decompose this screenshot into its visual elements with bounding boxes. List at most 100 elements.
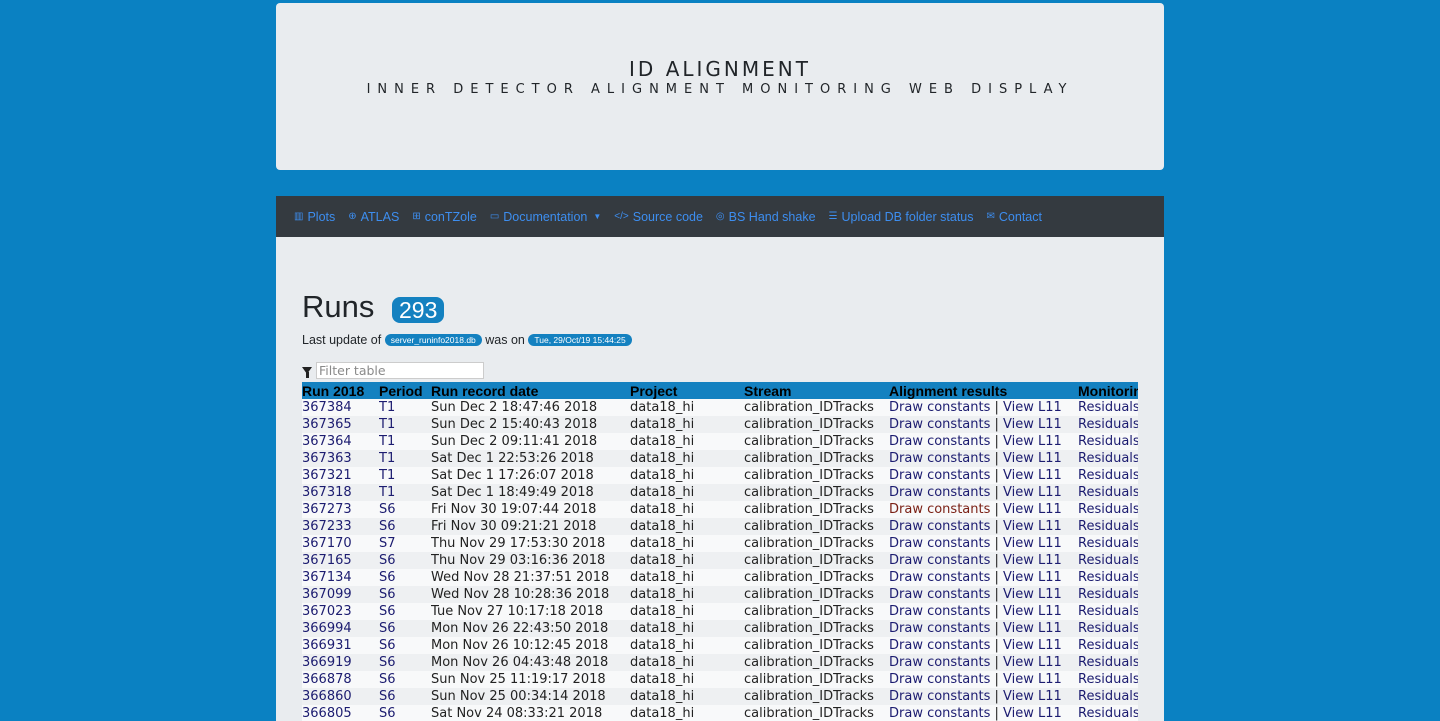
run-number-link-text[interactable]: 367023 <box>302 604 352 619</box>
residuals-link-text[interactable]: Residuals <box>1078 417 1138 432</box>
draw-constants-link[interactable]: Draw constants <box>889 638 990 653</box>
residuals-link[interactable]: Residuals <box>1078 569 1138 586</box>
run-number-link[interactable]: 367233 <box>302 518 379 535</box>
residuals-link-text[interactable]: Residuals <box>1078 553 1138 568</box>
column-header-monitoring[interactable]: Monitoring <box>1078 382 1138 399</box>
view-l11-link[interactable]: View L11 <box>1003 621 1062 636</box>
draw-constants-link[interactable]: Draw constants <box>889 519 990 534</box>
residuals-link[interactable]: Residuals <box>1078 433 1138 450</box>
run-number-link[interactable]: 366994 <box>302 620 379 637</box>
run-number-link[interactable]: 367273 <box>302 501 379 518</box>
residuals-link-text[interactable]: Residuals <box>1078 502 1138 517</box>
draw-constants-link[interactable]: Draw constants <box>889 400 990 415</box>
draw-constants-link[interactable]: Draw constants <box>889 451 990 466</box>
draw-constants-link[interactable]: Draw constants <box>889 706 990 721</box>
run-number-link-text[interactable]: 367170 <box>302 536 352 551</box>
view-l11-link[interactable]: View L11 <box>1003 417 1062 432</box>
column-header-stream[interactable]: Stream <box>744 382 889 399</box>
run-number-link-text[interactable]: 367273 <box>302 502 352 517</box>
draw-constants-link[interactable]: Draw constants <box>889 689 990 704</box>
residuals-link-text[interactable]: Residuals <box>1078 570 1138 585</box>
view-l11-link[interactable]: View L11 <box>1003 553 1062 568</box>
run-number-link-text[interactable]: 366919 <box>302 655 352 670</box>
view-l11-link[interactable]: View L11 <box>1003 604 1062 619</box>
draw-constants-link[interactable]: Draw constants <box>889 655 990 670</box>
residuals-link-text[interactable]: Residuals <box>1078 672 1138 687</box>
view-l11-link[interactable]: View L11 <box>1003 502 1062 517</box>
column-header-project[interactable]: Project <box>630 382 744 399</box>
run-number-link-text[interactable]: 366860 <box>302 689 352 704</box>
view-l11-link[interactable]: View L11 <box>1003 434 1062 449</box>
run-number-link-text[interactable]: 367321 <box>302 468 352 483</box>
residuals-link[interactable]: Residuals <box>1078 535 1138 552</box>
residuals-link-text[interactable]: Residuals <box>1078 587 1138 602</box>
draw-constants-link[interactable]: Draw constants <box>889 485 990 500</box>
run-number-link-text[interactable]: 366994 <box>302 621 352 636</box>
nav-item-atlas[interactable]: ⊕ ATLAS <box>348 210 399 224</box>
residuals-link[interactable]: Residuals <box>1078 620 1138 637</box>
residuals-link[interactable]: Residuals <box>1078 518 1138 535</box>
run-number-link-text[interactable]: 367363 <box>302 451 352 466</box>
residuals-link-text[interactable]: Residuals <box>1078 655 1138 670</box>
residuals-link-text[interactable]: Residuals <box>1078 706 1138 721</box>
draw-constants-link[interactable]: Draw constants <box>889 434 990 449</box>
view-l11-link[interactable]: View L11 <box>1003 689 1062 704</box>
run-number-link[interactable]: 367384 <box>302 399 379 416</box>
run-number-link[interactable]: 367170 <box>302 535 379 552</box>
nav-item-bs-hand-shake[interactable]: ◎ BS Hand shake <box>716 210 816 224</box>
residuals-link-text[interactable]: Residuals <box>1078 451 1138 466</box>
filter-table-input[interactable] <box>316 362 484 379</box>
view-l11-link[interactable]: View L11 <box>1003 672 1062 687</box>
run-number-link[interactable]: 367023 <box>302 603 379 620</box>
residuals-link[interactable]: Residuals <box>1078 416 1138 433</box>
draw-constants-link[interactable]: Draw constants <box>889 570 990 585</box>
residuals-link[interactable]: Residuals <box>1078 705 1138 721</box>
residuals-link[interactable]: Residuals <box>1078 484 1138 501</box>
run-number-link[interactable]: 366878 <box>302 671 379 688</box>
run-number-link[interactable]: 367318 <box>302 484 379 501</box>
run-number-link[interactable]: 367165 <box>302 552 379 569</box>
run-number-link[interactable]: 367363 <box>302 450 379 467</box>
run-number-link[interactable]: 367134 <box>302 569 379 586</box>
run-number-link-text[interactable]: 367099 <box>302 587 352 602</box>
residuals-link[interactable]: Residuals <box>1078 552 1138 569</box>
residuals-link[interactable]: Residuals <box>1078 399 1138 416</box>
view-l11-link[interactable]: View L11 <box>1003 570 1062 585</box>
residuals-link[interactable]: Residuals <box>1078 654 1138 671</box>
run-number-link[interactable]: 366931 <box>302 637 379 654</box>
column-header-run[interactable]: Run 2018 <box>302 382 379 399</box>
nav-item-upload-db-folder-status[interactable]: ☰ Upload DB folder status <box>829 210 974 224</box>
view-l11-link[interactable]: View L11 <box>1003 587 1062 602</box>
run-number-link-text[interactable]: 367165 <box>302 553 352 568</box>
residuals-link[interactable]: Residuals <box>1078 450 1138 467</box>
residuals-link[interactable]: Residuals <box>1078 603 1138 620</box>
nav-item-documentation[interactable]: ▭ Documentation ▼ <box>490 210 601 224</box>
view-l11-link[interactable]: View L11 <box>1003 468 1062 483</box>
residuals-link[interactable]: Residuals <box>1078 467 1138 484</box>
nav-item-contzole[interactable]: ⊞ conTZole <box>412 210 477 224</box>
nav-item-source-code[interactable]: </> Source code <box>614 210 703 224</box>
view-l11-link[interactable]: View L11 <box>1003 485 1062 500</box>
draw-constants-link[interactable]: Draw constants <box>889 468 990 483</box>
residuals-link-text[interactable]: Residuals <box>1078 604 1138 619</box>
run-number-link[interactable]: 366805 <box>302 705 379 721</box>
draw-constants-link[interactable]: Draw constants <box>889 502 990 517</box>
column-header-period[interactable]: Period <box>379 382 431 399</box>
run-number-link[interactable]: 367364 <box>302 433 379 450</box>
draw-constants-link[interactable]: Draw constants <box>889 417 990 432</box>
residuals-link-text[interactable]: Residuals <box>1078 485 1138 500</box>
view-l11-link[interactable]: View L11 <box>1003 655 1062 670</box>
residuals-link[interactable]: Residuals <box>1078 671 1138 688</box>
run-number-link-text[interactable]: 367233 <box>302 519 352 534</box>
run-number-link-text[interactable]: 367384 <box>302 400 352 415</box>
residuals-link[interactable]: Residuals <box>1078 501 1138 518</box>
view-l11-link[interactable]: View L11 <box>1003 519 1062 534</box>
draw-constants-link[interactable]: Draw constants <box>889 536 990 551</box>
residuals-link-text[interactable]: Residuals <box>1078 519 1138 534</box>
run-number-link-text[interactable]: 367134 <box>302 570 352 585</box>
run-number-link[interactable]: 366860 <box>302 688 379 705</box>
residuals-link-text[interactable]: Residuals <box>1078 468 1138 483</box>
nav-item-plots[interactable]: ▥ Plots <box>294 210 335 224</box>
run-number-link-text[interactable]: 367365 <box>302 417 352 432</box>
draw-constants-link[interactable]: Draw constants <box>889 672 990 687</box>
